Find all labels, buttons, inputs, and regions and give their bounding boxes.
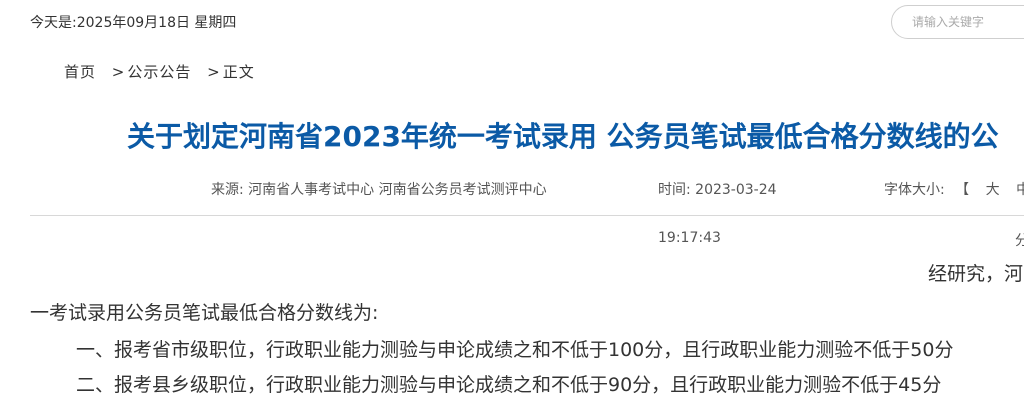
source-label: 来源: [211, 182, 244, 198]
meta-divider [30, 215, 1024, 216]
search-input[interactable] [891, 5, 1024, 39]
breadcrumb-current: 正文 [222, 63, 255, 81]
list-item-county: 二、报考县乡级职位，行政职业能力测验与申论成绩之和不低于90分，且行政职业能力测… [76, 374, 942, 396]
time-label: 时间: [658, 182, 691, 198]
article-time: 时间: 2023-03-24 [658, 179, 777, 199]
paragraph-intro-continued: 一考试录用公务员笔试最低合格分数线为: [30, 302, 379, 324]
breadcrumb: 首页 > 公示公告 > 正文 [64, 61, 255, 82]
time-clock: 19:17:43 [658, 230, 721, 246]
breadcrumb-separator: > [207, 63, 221, 81]
time-date: 2023-03-24 [695, 182, 777, 198]
font-size-control: 字体大小: 【 大 中 [884, 179, 1024, 199]
breadcrumb-section-link[interactable]: 公示公告 [127, 61, 191, 82]
source-value: 河南省人事考试中心 河南省公务员考试测评中心 [248, 182, 547, 198]
share-label-fragment: 分 [1015, 233, 1024, 249]
list-item-provincial: 一、报考省市级职位，行政职业能力测验与申论成绩之和不低于100分，且行政职业能力… [76, 339, 954, 361]
article-source: 来源: 河南省人事考试中心 河南省公务员考试测评中心 [211, 179, 547, 199]
breadcrumb-home-link[interactable]: 首页 [64, 61, 96, 82]
current-date: 今天是:2025年09月18日 星期四 [30, 15, 237, 31]
paragraph-intro-start: 经研究，河 [928, 263, 1024, 285]
font-size-options[interactable]: 【 大 中 [955, 182, 1024, 198]
page: 今天是:2025年09月18日 星期四 首页 >公示公告 >正文 关于划定河南省… [0, 0, 1024, 400]
article-title: 关于划定河南省2023年统一考试录用 公务员笔试最低合格分数线的公 [127, 120, 999, 153]
font-size-label: 字体大小: [884, 182, 945, 198]
breadcrumb-separator: > [111, 63, 126, 81]
